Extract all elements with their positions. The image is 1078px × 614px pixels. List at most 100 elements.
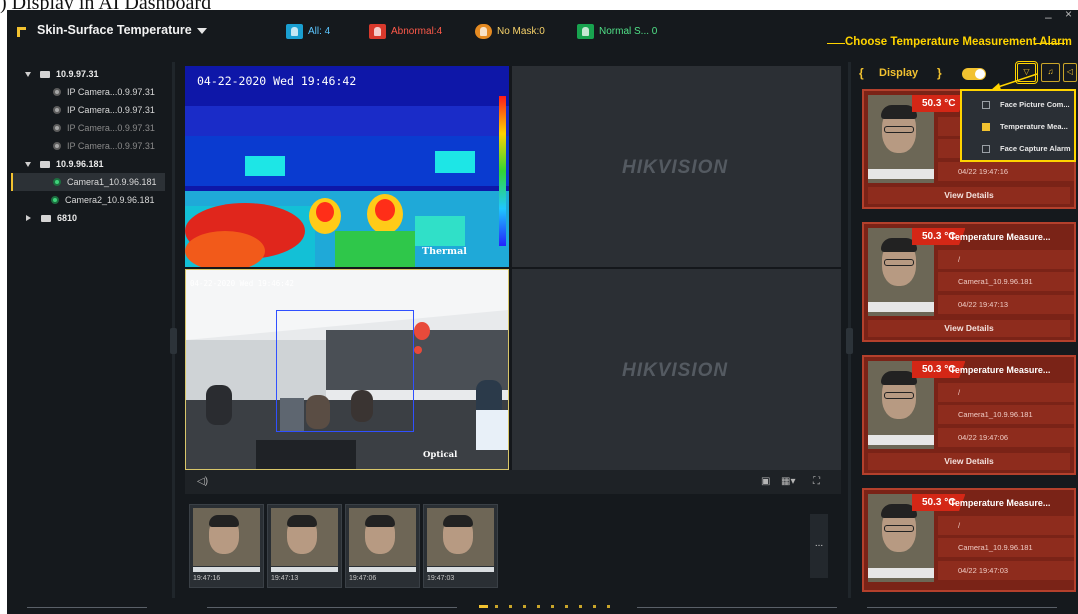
bottom-bar (7, 598, 1078, 614)
capture-thumbnail[interactable]: 19:47:13 (267, 504, 342, 588)
annotation-line (827, 43, 845, 44)
hikvision-logo: HIKVISION (622, 157, 729, 178)
annotation-label: Choose Temperature Measurement Alarm (845, 36, 1072, 48)
alarm-card[interactable]: 50.3 °C Temperature Measure... / Camera1… (862, 355, 1076, 475)
alarm-time: 04/22 19:47:06 (938, 428, 1074, 447)
chevron-down-icon[interactable] (25, 161, 31, 167)
alarm-card[interactable]: 50.3 °C Temperature Measure... / Camera1… (862, 222, 1076, 342)
stat-no-mask[interactable]: No Mask:0 (475, 22, 545, 40)
page-dot[interactable] (495, 605, 498, 608)
stat-all[interactable]: All: 4 (286, 22, 330, 40)
mask-icon (475, 23, 492, 39)
hikvision-logo: HIKVISION (622, 360, 729, 381)
collapse-left-handle[interactable] (170, 328, 177, 354)
chevron-down-icon[interactable] (197, 28, 207, 34)
face-photo (193, 508, 260, 566)
thermometer-person-icon (369, 23, 386, 39)
tree-group-10-9-96-181[interactable]: 10.9.96.181 (11, 155, 104, 173)
tree-camera[interactable]: Camera2_10.9.96.181 (11, 191, 155, 209)
alarm-card[interactable]: 50.3 °C Temperature Measure... / Camera1… (862, 488, 1076, 592)
chevron-right-icon[interactable] (26, 215, 31, 221)
alarm-field: / (938, 250, 1074, 269)
alarm-panel-header: { Display } ▽ ♫ ◁ (855, 62, 1077, 84)
divider (637, 607, 837, 608)
tree-label: 10.9.97.31 (56, 69, 99, 79)
volume-icon[interactable]: ◁) (197, 476, 208, 487)
tree-camera-selected[interactable]: Camera1_10.9.96.181 (11, 173, 165, 191)
tree-label: 6810 (57, 213, 78, 223)
ai-dashboard-window: Skin-Surface Temperature All: 4 Abnormal… (7, 10, 1078, 614)
close-icon[interactable]: × (1065, 10, 1072, 21)
divider (27, 607, 147, 608)
optical-video-tile[interactable]: 04-22-2020 Wed 19:46:42 Optical (185, 269, 509, 470)
fullscreen-icon[interactable]: ⛶ (813, 476, 820, 487)
page-dot[interactable] (551, 605, 554, 608)
thermal-tag: Thermal (422, 246, 467, 257)
alarm-type: Temperature Measure... (950, 232, 1051, 242)
face-photo (427, 508, 494, 566)
sound-icon[interactable]: ◁ (1063, 63, 1077, 82)
tree-camera[interactable]: IP Camera...0.9.97.31 (11, 137, 155, 155)
alarm-camera: Camera1_10.9.96.181 (938, 538, 1074, 557)
video-grid: 04-22-2020 Wed 19:46:42 Thermal HIKVISIO… (185, 66, 841, 470)
view-details-button[interactable]: View Details (868, 320, 1070, 337)
tree-camera[interactable]: IP Camera...0.9.97.31 (11, 83, 155, 101)
tree-camera[interactable]: IP Camera...0.9.97.31 (11, 119, 155, 137)
page-dot[interactable] (523, 605, 526, 608)
page-dot[interactable] (537, 605, 540, 608)
person-icon (286, 23, 303, 39)
page-dot[interactable] (593, 605, 596, 608)
view-details-button[interactable]: View Details (868, 453, 1070, 470)
stat-abnormal[interactable]: Abnormal:4 (369, 22, 442, 40)
chevron-down-icon[interactable] (25, 71, 31, 77)
stat-normal[interactable]: Normal S... 0 (577, 22, 657, 40)
alarm-camera: Camera1_10.9.96.181 (938, 272, 1074, 291)
checkbox[interactable] (982, 100, 990, 109)
tree-label: IP Camera...0.9.97.31 (67, 141, 155, 151)
filter-option[interactable]: Face Picture Com... (982, 100, 1070, 109)
stat-abnormal-label: Abnormal:4 (391, 25, 443, 37)
page-dot[interactable] (607, 605, 610, 608)
capture-strip: 19:47:16 19:47:13 19:47:06 19:47:03 ... (185, 500, 841, 592)
filter-option[interactable]: Face Capture Alarm (982, 144, 1071, 153)
folder-icon (41, 214, 51, 222)
minimize-icon[interactable]: – (1045, 10, 1052, 24)
tree-group-10-9-97-31[interactable]: 10.9.97.31 (11, 65, 99, 83)
empty-video-tile[interactable]: HIKVISION (512, 66, 841, 267)
window-icon[interactable]: ▣ (761, 476, 770, 487)
capture-thumbnail[interactable]: 19:47:03 (423, 504, 498, 588)
bracket-right: } (937, 66, 942, 80)
alarm-bell-icon[interactable]: ♫ (1041, 63, 1060, 82)
more-button[interactable]: ... (810, 514, 828, 578)
display-toggle[interactable] (962, 68, 986, 80)
filter-option[interactable]: Temperature Mea... (982, 122, 1068, 131)
folder-icon (40, 160, 50, 168)
collapse-right-handle[interactable] (846, 328, 853, 354)
tree-label: IP Camera...0.9.97.31 (67, 105, 155, 115)
checkbox-checked[interactable] (982, 122, 990, 131)
view-details-button[interactable]: View Details (868, 187, 1070, 204)
layout-icon[interactable]: ▦▾ (781, 476, 795, 487)
divider (867, 607, 1057, 608)
page-dot[interactable] (509, 605, 512, 608)
optical-tag: Optical (423, 450, 458, 460)
lantern (414, 322, 430, 340)
filter-option-label: Face Picture Com... (1000, 100, 1070, 109)
empty-video-tile[interactable]: HIKVISION (512, 269, 841, 470)
capture-thumbnail[interactable]: 19:47:06 (345, 504, 420, 588)
dashboard-title[interactable]: Skin-Surface Temperature (37, 23, 192, 37)
camera-icon (53, 142, 61, 150)
alarm-filter-dropdown: Face Picture Com... Temperature Mea... F… (960, 89, 1076, 162)
capture-thumbnail[interactable]: 19:47:16 (189, 504, 264, 588)
page-dot[interactable] (579, 605, 582, 608)
thermal-image (185, 66, 509, 267)
stat-all-label: All: 4 (308, 25, 331, 37)
annotation-arrow (991, 73, 1038, 90)
tree-group-6810[interactable]: 6810 (11, 209, 77, 227)
thermal-video-tile[interactable]: 04-22-2020 Wed 19:46:42 Thermal (185, 66, 509, 267)
checkbox[interactable] (982, 144, 990, 153)
page-dot[interactable] (565, 605, 568, 608)
camera-icon (53, 88, 61, 96)
page-dot-active[interactable] (479, 605, 488, 608)
tree-camera[interactable]: IP Camera...0.9.97.31 (11, 101, 155, 119)
